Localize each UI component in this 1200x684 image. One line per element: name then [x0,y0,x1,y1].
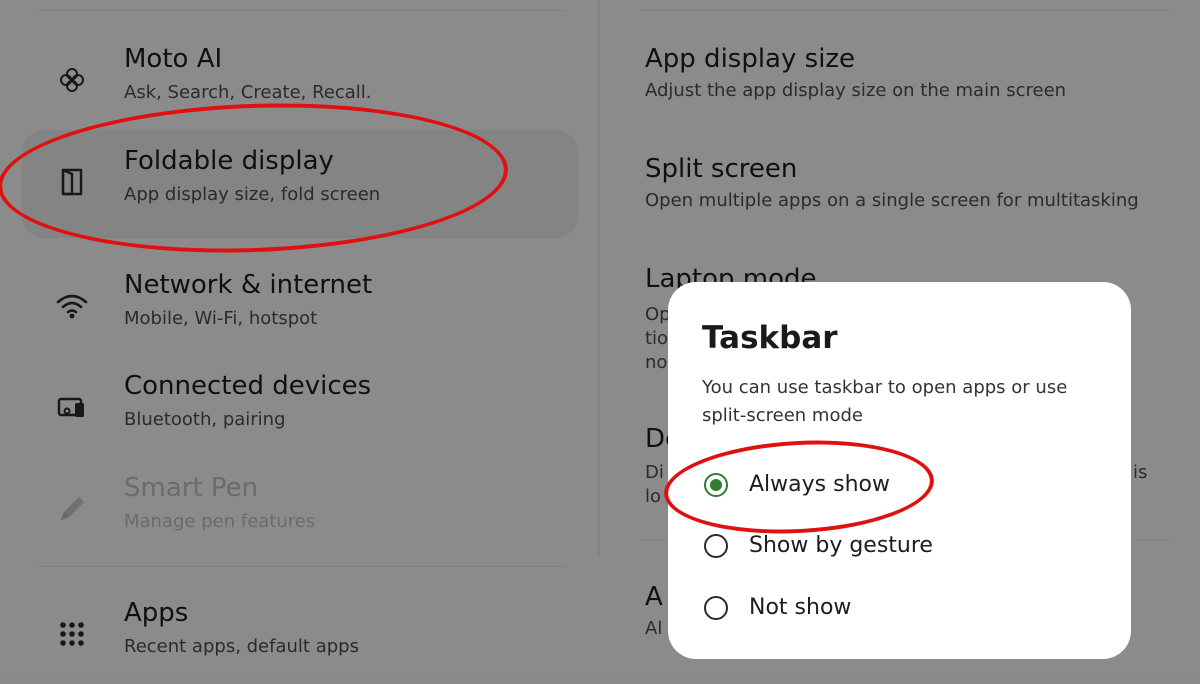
option-label: Always show [749,472,890,497]
option-label: Show by gesture [749,533,933,558]
option-label: Not show [749,595,852,620]
radio-selected-icon[interactable] [704,473,728,497]
dialog-description: You can use taskbar to open apps or use … [702,377,1068,426]
option-always-show[interactable]: Always show [702,464,1082,508]
dialog-title: Taskbar [702,320,838,356]
radio-unselected-icon[interactable] [704,596,728,620]
taskbar-dialog: Taskbar You can use taskbar to open apps… [668,282,1131,659]
option-not-show[interactable]: Not show [702,587,1082,631]
radio-unselected-icon[interactable] [704,534,728,558]
option-show-by-gesture[interactable]: Show by gesture [702,525,1082,569]
